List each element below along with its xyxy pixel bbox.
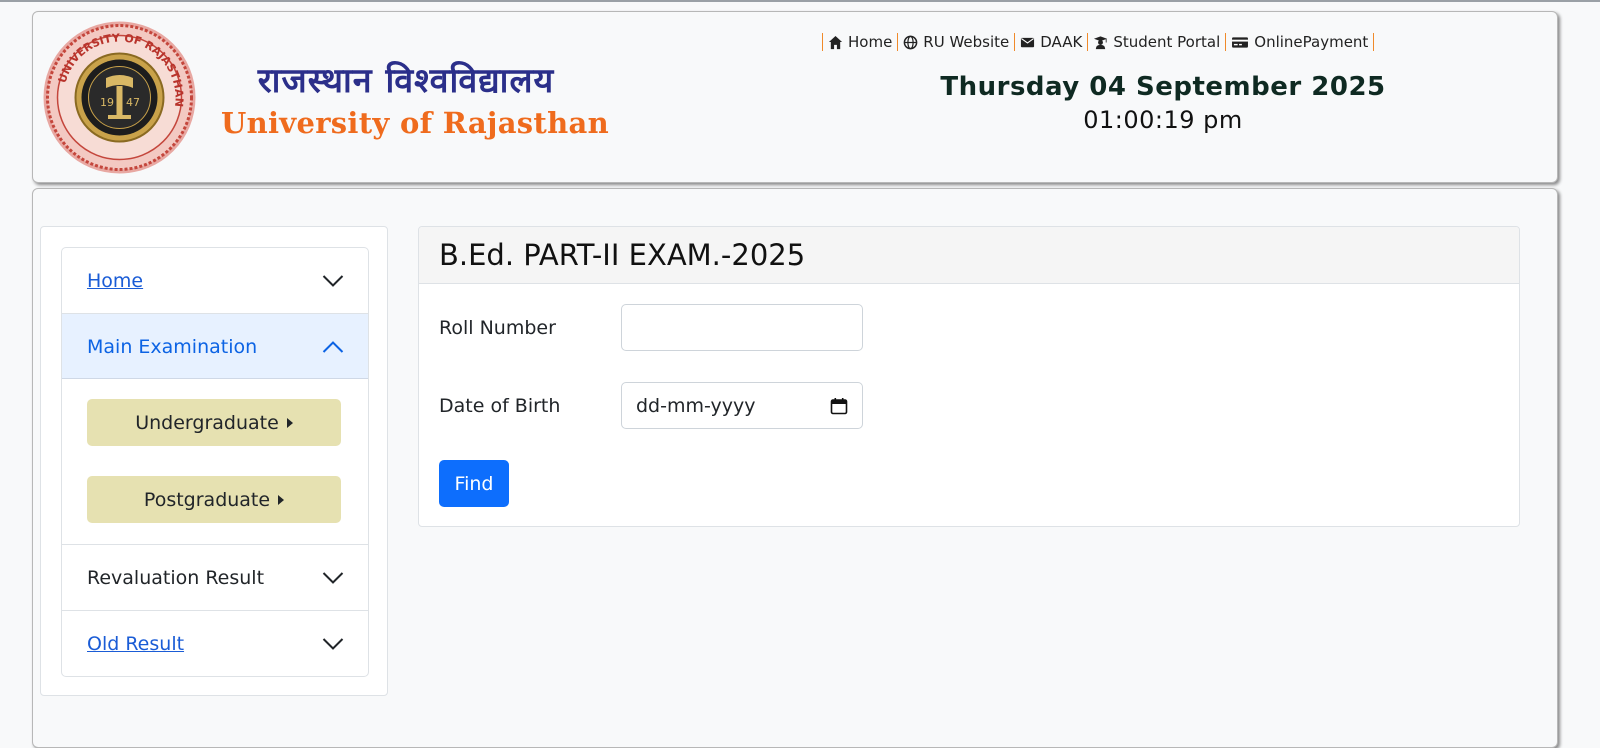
accordion-item-home: Home <box>62 248 368 314</box>
postgraduate-button[interactable]: Postgraduate <box>87 476 341 523</box>
date-of-birth-row: Date of Birth dd-mm-yyyy <box>439 382 863 429</box>
accordion-header-main-examination[interactable]: Main Examination <box>62 314 368 379</box>
nav-link-label: OnlinePayment <box>1254 33 1369 51</box>
exam-result-card: B.Ed. PART-II EXAM.-2025 Roll Number Dat… <box>418 226 1520 527</box>
accordion-label: Main Examination <box>87 335 258 358</box>
nav-separator <box>1373 33 1375 51</box>
nav-link-home[interactable]: Home <box>828 33 892 51</box>
envelope-icon <box>1021 37 1035 47</box>
globe-icon <box>903 35 918 49</box>
accordion-header-home[interactable]: Home <box>62 248 368 313</box>
site-header: UNIVERSITY OF RAJASTHAN 19 47 राजस्थान व… <box>32 11 1558 183</box>
nav-link-label: DAAK <box>1040 33 1083 51</box>
credit-card-icon <box>1232 36 1249 48</box>
accordion-label: Old Result <box>87 632 185 655</box>
chevron-down-icon <box>322 637 344 650</box>
accordion-body-main-examination: Undergraduate Postgraduate <box>62 379 368 544</box>
nav-separator <box>897 33 899 51</box>
undergraduate-label: Undergraduate <box>135 411 279 434</box>
chevron-down-icon <box>322 274 344 287</box>
datetime-display: Thursday 04 September 2025 01:00:19 pm <box>903 72 1423 134</box>
seal-year-left: 19 <box>100 96 114 109</box>
nav-separator <box>1225 33 1227 51</box>
nav-link-label: RU Website <box>923 33 1010 51</box>
university-title-hindi: राजस्थान विश्वविद्यालय <box>257 61 555 101</box>
seal-year-right: 47 <box>126 96 140 109</box>
roll-number-label: Roll Number <box>439 316 556 339</box>
date-of-birth-label: Date of Birth <box>439 394 561 417</box>
nav-separator <box>1014 33 1016 51</box>
nav-link-ru-website[interactable]: RU Website <box>903 33 1009 51</box>
current-date: Thursday 04 September 2025 <box>940 72 1386 102</box>
university-title-english: University of Rajasthan <box>221 106 609 140</box>
caret-right-icon <box>286 417 293 428</box>
top-nav: Home RU Website DAAK Student Portal Onli… <box>817 31 1379 53</box>
exam-card-header: B.Ed. PART-II EXAM.-2025 <box>419 227 1519 284</box>
nav-link-daak[interactable]: DAAK <box>1020 33 1082 51</box>
chevron-down-icon <box>322 571 344 584</box>
accordion-label: Revaluation Result <box>87 566 265 589</box>
sidebar: Home Main Examination Undergraduate Post… <box>40 226 388 696</box>
find-button[interactable]: Find <box>439 460 509 507</box>
caret-right-icon <box>278 494 285 505</box>
university-seal-logo: UNIVERSITY OF RAJASTHAN 19 47 <box>43 21 196 174</box>
nav-separator <box>822 33 823 51</box>
accordion-header-revaluation-result[interactable]: Revaluation Result <box>62 545 368 610</box>
roll-number-input[interactable] <box>621 304 863 351</box>
calendar-icon[interactable] <box>830 397 848 415</box>
roll-number-row: Roll Number <box>439 304 863 351</box>
main-panel: Home Main Examination Undergraduate Post… <box>32 188 1558 748</box>
nav-separator <box>1087 33 1089 51</box>
accordion-item-old-result: Old Result <box>62 611 368 676</box>
nav-link-label: Home <box>848 33 893 51</box>
accordion-header-old-result[interactable]: Old Result <box>62 611 368 676</box>
nav-link-label: Student Portal <box>1113 33 1221 51</box>
postgraduate-label: Postgraduate <box>143 488 271 511</box>
current-time: 01:00:19 pm <box>1083 106 1243 134</box>
exam-title: B.Ed. PART-II EXAM.-2025 <box>439 238 806 272</box>
top-border <box>0 0 1600 2</box>
undergraduate-button[interactable]: Undergraduate <box>87 399 341 446</box>
accordion-label: Home <box>87 269 144 292</box>
accordion-item-main-examination: Main Examination Undergraduate Postgradu… <box>62 314 368 545</box>
home-icon <box>828 35 843 49</box>
date-of-birth-placeholder: dd-mm-yyyy <box>636 394 756 417</box>
date-of-birth-input[interactable]: dd-mm-yyyy <box>621 382 863 429</box>
accordion-item-revaluation-result: Revaluation Result <box>62 545 368 611</box>
sidebar-accordion: Home Main Examination Undergraduate Post… <box>61 247 369 677</box>
nav-link-online-payment[interactable]: OnlinePayment <box>1231 33 1368 51</box>
nav-link-student-portal[interactable]: Student Portal <box>1093 33 1220 51</box>
chevron-up-icon <box>322 340 344 353</box>
graduate-icon <box>1094 35 1108 49</box>
